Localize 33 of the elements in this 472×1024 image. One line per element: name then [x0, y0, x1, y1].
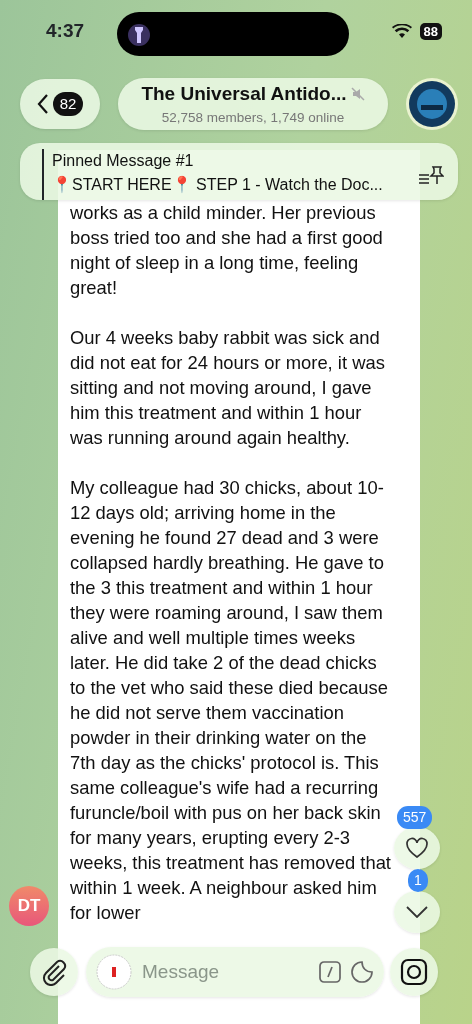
sticker-thumbnail-icon — [96, 954, 132, 990]
message-text: works as a child minder. Her previous boss tried too and she had a first good night of sleep in a long time, feeling great! — [70, 201, 384, 300]
flashlight-icon — [128, 22, 150, 48]
attach-button[interactable] — [30, 948, 78, 996]
unread-count: 82 — [52, 91, 84, 117]
chat-title: The Universal Antido... — [141, 81, 347, 106]
member-count: 52,758 members, 1,749 online — [161, 109, 345, 128]
pinned-text: 📍START HERE📍 STEP 1 - Watch the Doc... — [52, 175, 383, 195]
battery-level: 88 — [419, 22, 442, 40]
pin-list-icon[interactable] — [418, 165, 444, 187]
paperclip-icon — [41, 958, 67, 986]
reactions-badge: 557 — [397, 806, 433, 829]
chevron-down-icon — [406, 906, 428, 918]
camera-icon — [400, 958, 428, 986]
unread-badge: 1 — [408, 869, 428, 892]
heart-icon — [405, 837, 429, 859]
back-button[interactable]: 82 — [20, 79, 100, 129]
muted-icon — [350, 86, 365, 101]
message-input[interactable]: Message — [140, 956, 300, 988]
clock: 4:37 — [46, 18, 85, 43]
message-text: Our 4 weeks baby rabbit was sick and did not eat for 24 hours or more, it was sitting and not moving around, I gave him this treatment and within 1 hour was running around again healthy. — [70, 326, 386, 450]
message-field[interactable]: Message — [86, 947, 384, 997]
back-icon — [36, 93, 49, 115]
pinned-title: Pinned Message #1 — [52, 151, 195, 171]
chat-title-pill[interactable]: The Universal Antido... 52,758 members, 1,749 online — [118, 78, 388, 130]
command-icon[interactable] — [318, 960, 342, 984]
pinned-message-bar[interactable]: Pinned Message #1 📍START HERE📍 STEP 1 - Watch the Doc... — [20, 143, 458, 200]
scroll-down-button[interactable] — [394, 891, 440, 933]
sticker-icon[interactable] — [350, 960, 374, 984]
message-text: My colleague had 30 chicks, about 10-12 days old; arriving home in the evening he found 27 dead and 3 were collapsed hardly breathing. He gave to the 3 this treatment and within 1 hour they were roaming around, I saw them alive and well multiple times weeks later. He did take 2 of the dead chicks to the vet who said these died because he did not serve them vaccination powder in their drinking water on the 7th day as the chicks' protocol is. This same colleague's wife had a recurring furuncle/boil with pus on her back skin for many years, erupting every 2-3 weeks, this treatment has removed that within 1 week. A neighbour asked him for lower — [70, 476, 392, 925]
wifi-icon — [391, 23, 412, 39]
video-message-button[interactable] — [390, 948, 438, 996]
group-avatar[interactable] — [406, 78, 458, 130]
